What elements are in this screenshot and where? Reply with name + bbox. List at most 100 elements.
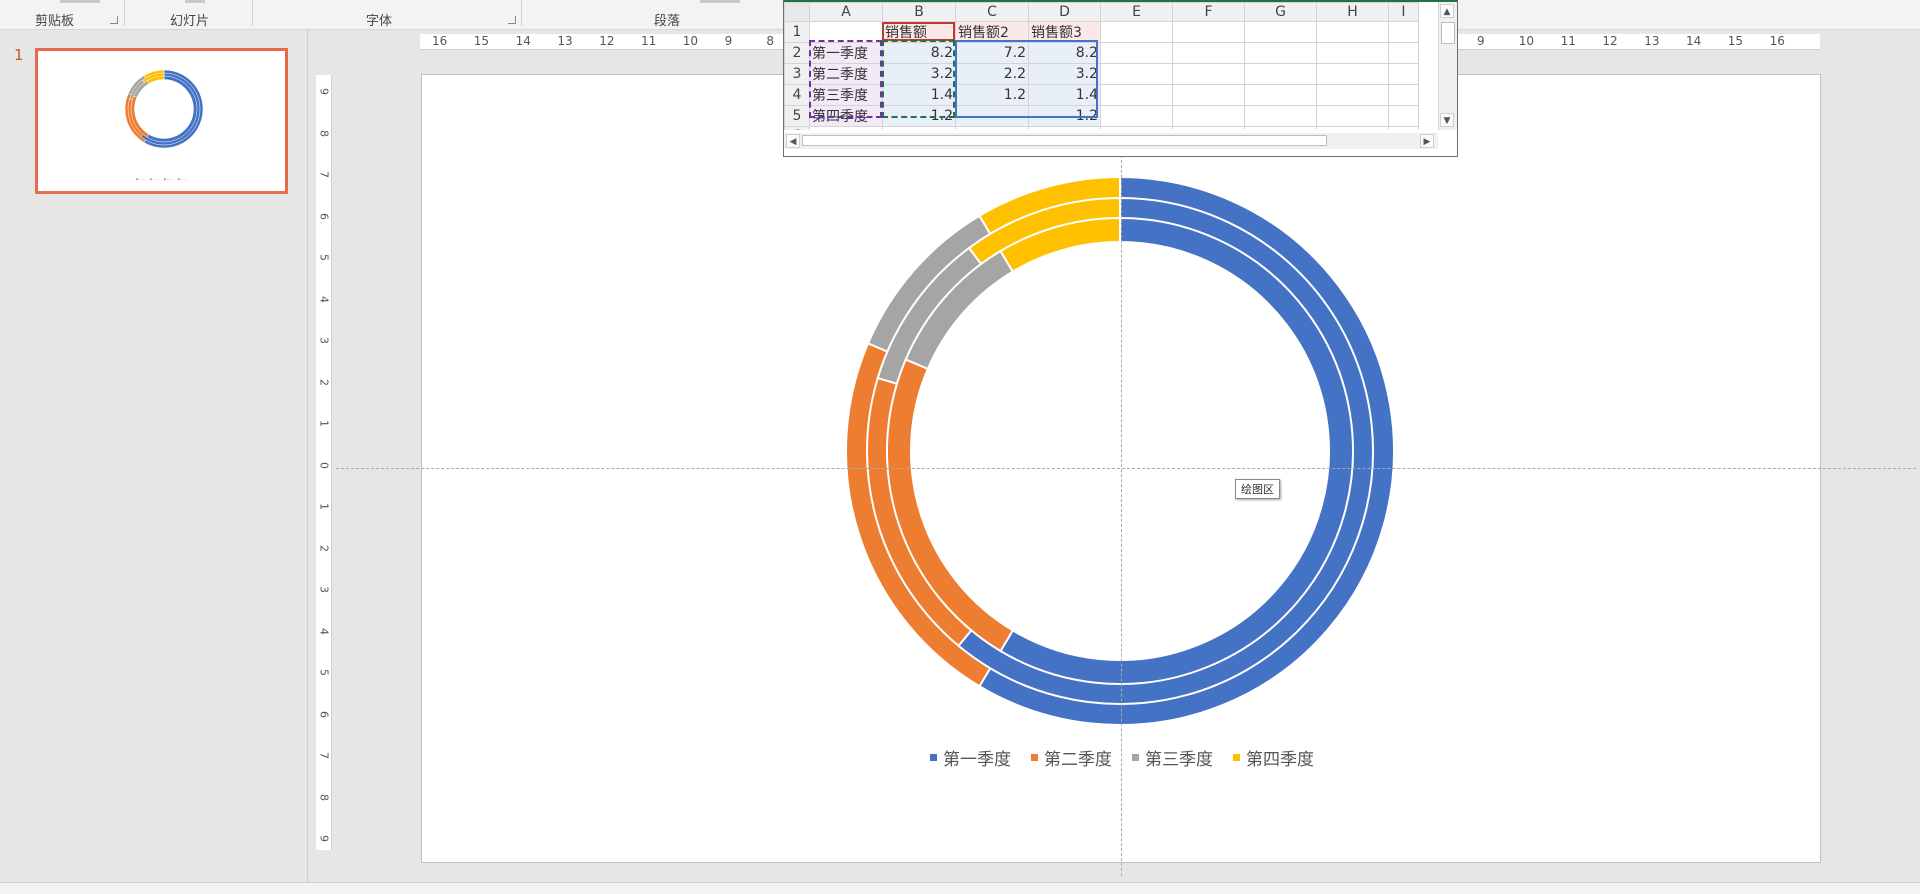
ruler-tick-label: 11: [1560, 34, 1576, 48]
slide-thumbnail[interactable]: ▪—— ▪—— ▪—— ▪——: [35, 48, 288, 194]
clipboard-launcher-icon[interactable]: [110, 16, 118, 24]
font-launcher-icon[interactable]: [508, 16, 516, 24]
legend-item[interactable]: 第三季度: [1132, 745, 1213, 770]
column-header[interactable]: G: [1244, 2, 1317, 22]
sheet-cell[interactable]: [1244, 63, 1317, 85]
sheet-cell[interactable]: 第二季度: [809, 63, 883, 85]
column-header[interactable]: H: [1316, 2, 1389, 22]
sheet-cell[interactable]: [1388, 126, 1419, 130]
vertical-scroll-thumb[interactable]: [1441, 22, 1455, 44]
sheet-cell[interactable]: [1172, 126, 1245, 130]
sheet-cell[interactable]: 1.4: [1028, 84, 1101, 106]
sheet-cell[interactable]: [882, 126, 956, 130]
sheet-cell[interactable]: [1244, 105, 1317, 127]
sheet-cell[interactable]: 第三季度: [809, 84, 883, 106]
column-header[interactable]: A: [809, 2, 883, 22]
sheet-cell[interactable]: [955, 105, 1029, 127]
sheet-cell[interactable]: [1100, 21, 1173, 43]
chart-data-sheet[interactable]: A B C D E F G H I 1 销售额 销售额2 销售额3 2 第一季度 8.2 7.2 8.2 3 第二季度…: [783, 0, 1458, 157]
sheet-cell[interactable]: [1316, 21, 1389, 43]
row-header[interactable]: 2: [784, 42, 810, 64]
sheet-cell[interactable]: [1172, 42, 1245, 64]
sheet-cell[interactable]: [1100, 126, 1173, 130]
sheet-vertical-scrollbar[interactable]: ▲ ▼: [1438, 2, 1457, 130]
sheet-cell[interactable]: 7.2: [955, 42, 1029, 64]
sheet-cell[interactable]: [1316, 63, 1389, 85]
sheet-cell[interactable]: [1172, 21, 1245, 43]
row-header[interactable]: 6: [784, 126, 810, 130]
sheet-cell[interactable]: 销售额2: [955, 21, 1029, 43]
sheet-cell[interactable]: [1100, 84, 1173, 106]
sheet-cell[interactable]: [809, 126, 883, 130]
scroll-up-icon[interactable]: ▲: [1440, 4, 1454, 18]
sheet-cell[interactable]: 3.2: [1028, 63, 1101, 85]
sheet-cell[interactable]: 8.2: [1028, 42, 1101, 64]
sheet-horizontal-scrollbar[interactable]: ◀ ▶: [784, 133, 1438, 149]
sheet-cell[interactable]: [1172, 105, 1245, 127]
thumbnail-legend: ▪—— ▪—— ▪—— ▪——: [135, 177, 188, 181]
legend-item[interactable]: 第二季度: [1031, 745, 1112, 770]
sheet-cell[interactable]: [1244, 84, 1317, 106]
sheet-cell[interactable]: [1100, 63, 1173, 85]
sheet-cell[interactable]: 3.2: [882, 63, 956, 85]
column-header[interactable]: I: [1388, 2, 1419, 22]
column-header[interactable]: E: [1100, 2, 1173, 22]
sheet-cell[interactable]: [1316, 105, 1389, 127]
legend-swatch-icon: [1233, 753, 1240, 761]
legend-item[interactable]: 第四季度: [1233, 745, 1314, 770]
sheet-cell[interactable]: [1316, 42, 1389, 64]
row-header[interactable]: 4: [784, 84, 810, 106]
sheet-cell[interactable]: 1.2: [1028, 105, 1101, 127]
sheet-cell[interactable]: [1388, 105, 1419, 127]
sheet-cell[interactable]: [1028, 126, 1101, 130]
sheet-cell[interactable]: 第一季度: [809, 42, 883, 64]
sheet-cell[interactable]: [1172, 84, 1245, 106]
ruler-tick-label: 16: [1769, 34, 1785, 48]
row-header[interactable]: 3: [784, 63, 810, 85]
sheet-cell[interactable]: [1244, 42, 1317, 64]
select-all-corner[interactable]: [784, 2, 810, 22]
sheet-grid[interactable]: A B C D E F G H I 1 销售额 销售额2 销售额3 2 第一季度 8.2 7.2 8.2 3 第二季度…: [784, 2, 1438, 130]
sheet-cell[interactable]: 1.2: [955, 84, 1029, 106]
sheet-cell[interactable]: [1316, 84, 1389, 106]
column-header[interactable]: C: [955, 2, 1029, 22]
sheet-cell[interactable]: [1316, 126, 1389, 130]
sheet-cell[interactable]: 1.4: [882, 84, 956, 106]
sheet-cell[interactable]: [1388, 21, 1419, 43]
sheet-cell[interactable]: [1388, 42, 1419, 64]
ruler-tick-label: 6: [317, 710, 331, 718]
scroll-left-icon[interactable]: ◀: [786, 134, 800, 148]
scroll-right-icon[interactable]: ▶: [1420, 134, 1434, 148]
data-table[interactable]: A B C D E F G H I 1 销售额 销售额2 销售额3 2 第一季度 8.2 7.2 8.2 3 第二季度…: [784, 2, 1419, 130]
sheet-cell[interactable]: [1100, 42, 1173, 64]
chart-legend[interactable]: 第一季度 第二季度 第三季度 第四季度: [930, 745, 1330, 770]
sheet-cell[interactable]: 第四季度: [809, 105, 883, 127]
sheet-cell[interactable]: [809, 21, 883, 43]
sheet-cell[interactable]: 8.2: [882, 42, 956, 64]
sheet-cell[interactable]: [1388, 84, 1419, 106]
sheet-cell[interactable]: [1244, 21, 1317, 43]
doughnut-chart[interactable]: [800, 150, 1440, 740]
ruler-tick-label: 12: [599, 34, 615, 48]
sheet-cell[interactable]: 1.2: [882, 105, 956, 127]
ruler-tick-label: 13: [1644, 34, 1660, 48]
horizontal-scroll-thumb[interactable]: [802, 135, 1327, 146]
row-header[interactable]: 5: [784, 105, 810, 127]
horizontal-guide[interactable]: [336, 468, 1916, 469]
sheet-cell[interactable]: [1244, 126, 1317, 130]
vertical-guide[interactable]: [1121, 150, 1122, 876]
sheet-cell[interactable]: [1100, 105, 1173, 127]
sheet-cell[interactable]: 2.2: [955, 63, 1029, 85]
sheet-cell[interactable]: 销售额3: [1028, 21, 1101, 43]
ruler-tick-label: 9: [317, 835, 331, 842]
sheet-cell[interactable]: [1388, 63, 1419, 85]
sheet-cell[interactable]: [1172, 63, 1245, 85]
legend-item[interactable]: 第一季度: [930, 745, 1011, 770]
column-header[interactable]: F: [1172, 2, 1245, 22]
row-header[interactable]: 1: [784, 21, 810, 43]
sheet-cell[interactable]: 销售额: [882, 21, 956, 43]
column-header[interactable]: D: [1028, 2, 1101, 22]
scroll-down-icon[interactable]: ▼: [1440, 113, 1454, 127]
sheet-cell[interactable]: [955, 126, 1029, 130]
column-header[interactable]: B: [882, 2, 956, 22]
